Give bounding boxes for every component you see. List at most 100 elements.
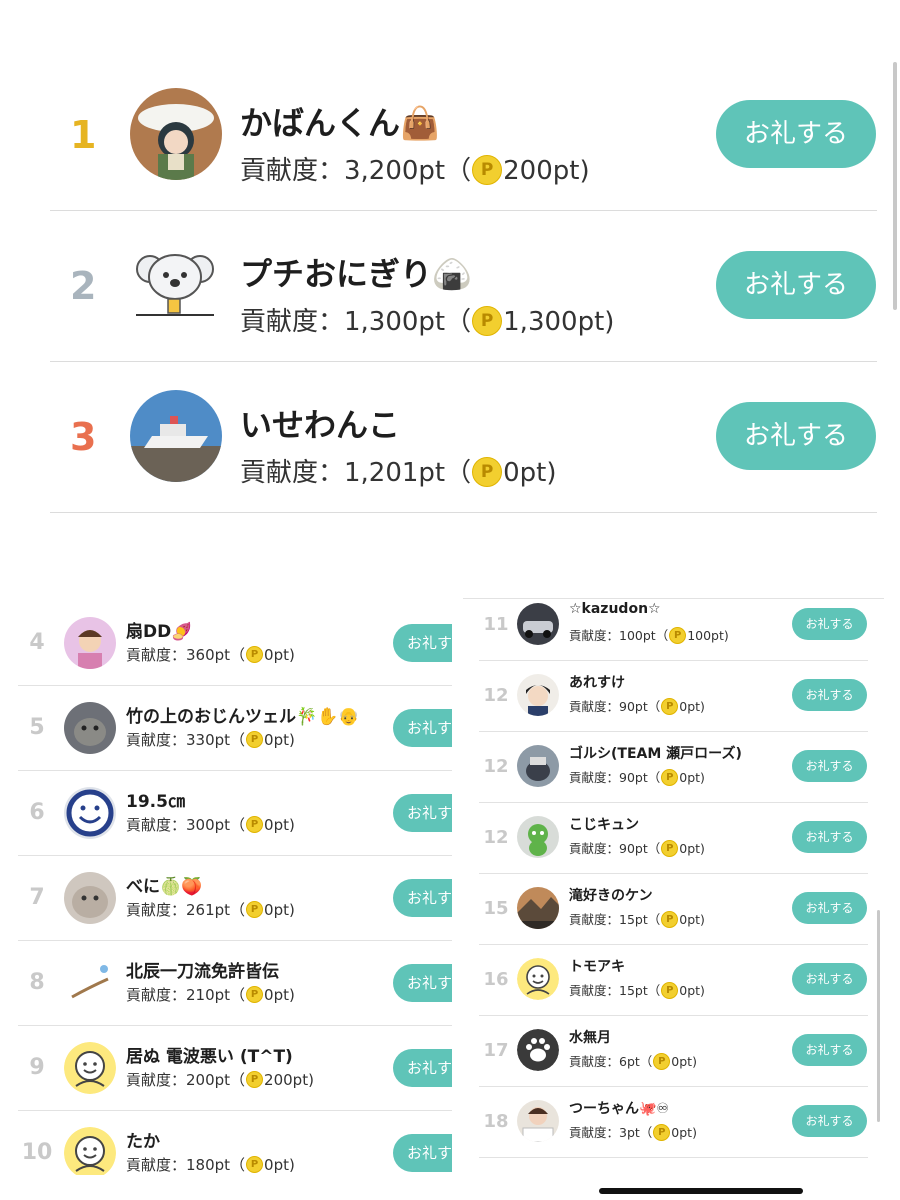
contribution-score: 貢献度：3pt（ P 0pt) [569,1124,697,1141]
rank-number: 4 [29,630,45,655]
contribution-score: 貢献度：300pt（ P 0pt) [126,816,295,834]
contribution-score: 貢献度：90pt（ P 0pt) [569,840,705,857]
point-coin-icon: P [669,627,687,644]
point-coin-icon: P [661,698,679,715]
ranking-list-right: 11 ☆kazudon☆ 貢献度：100pt（ P 100pt) お礼する 12 あ… [463,598,884,1168]
avatar[interactable] [517,674,559,716]
ranking-row: 2 プチおにぎり🍙 貢献度：1,300pt（ P 1,300pt) お礼する [50,211,877,362]
point-coin-icon: P [246,986,264,1003]
user-name: たか [126,1132,160,1152]
avatar[interactable] [64,702,116,754]
default-avatar-icon[interactable] [517,958,559,1000]
user-name: つーちゃん🐙♾ [569,1101,669,1117]
contribution-score: 貢献度：3,200pt（ P 200pt) [240,154,590,186]
rank-number: 2 [70,264,97,308]
point-coin-icon: P [661,840,679,857]
thank-button[interactable]: お礼す [393,1049,452,1087]
thank-button[interactable]: お礼す [393,964,452,1002]
ranking-row: 9 居ぬ 電波悪い (T^T) 貢献度：200pt（ P 200pt) お礼す [18,1025,452,1111]
avatar[interactable] [130,88,222,180]
default-avatar-icon[interactable] [64,1127,116,1175]
right-list-scrollbar[interactable] [877,910,880,1122]
default-avatar-icon[interactable] [64,1042,116,1094]
thank-button[interactable]: お礼す [393,709,452,747]
contribution-score: 貢献度：1,201pt（ P 0pt) [240,456,557,488]
ranking-row: 12 ゴルシ(TEAM 瀬戸ローズ) 貢献度：90pt（ P 0pt) お礼する [479,731,868,803]
avatar[interactable] [130,390,222,482]
thank-button[interactable]: お礼する [716,100,876,168]
thank-button[interactable]: お礼する [792,963,867,995]
avatar[interactable] [517,816,559,858]
ranking-row: 17 水無月 貢献度：6pt（ P 0pt) お礼する [479,1015,868,1087]
thank-button[interactable]: お礼する [792,821,867,853]
rank-number: 16 [483,969,509,990]
avatar[interactable] [130,239,222,331]
rank-number: 12 [483,685,509,706]
avatar[interactable] [64,957,116,1009]
thank-button[interactable]: お礼する [716,402,876,470]
avatar[interactable] [517,1100,559,1142]
rank-number: 5 [29,715,45,740]
user-name: 北辰一刀流免許皆伝 [126,962,279,982]
rank-number: 12 [483,827,509,848]
rank-number: 6 [29,800,45,825]
user-name: トモアキ [569,959,625,975]
user-name: こじキュン [569,817,639,833]
thank-button[interactable]: お礼する [792,1034,867,1066]
user-name: ゴルシ(TEAM 瀬戸ローズ) [569,746,742,762]
avatar[interactable] [517,745,559,787]
home-indicator[interactable] [599,1188,803,1194]
contribution-score: 貢献度：210pt（ P 0pt) [126,986,295,1004]
point-coin-icon: P [661,769,679,786]
rank-number: 8 [29,970,45,995]
thank-button[interactable]: お礼する [716,251,876,319]
ranking-row: 10 たか 貢献度：180pt（ P 0pt) お礼す [18,1110,452,1175]
thank-button[interactable]: お礼する [792,608,867,640]
thank-button[interactable]: お礼す [393,794,452,832]
rank-number: 1 [70,113,97,157]
rank-number: 18 [483,1111,509,1132]
user-name: べに🍈🍑 [126,877,203,897]
rank-number: 17 [483,1040,509,1061]
ranking-row: 5 竹の上のおじんツェル🎋✋👴 貢献度：330pt（ P 0pt) お礼す [18,685,452,771]
rank-number: 11 [483,614,509,635]
rank-number: 15 [483,898,509,919]
point-coin-icon: P [246,1156,264,1173]
ranking-row: 15 滝好きのケン 貢献度：15pt（ P 0pt) お礼する [479,873,868,945]
contribution-score: 貢献度：6pt（ P 0pt) [569,1053,697,1070]
ranking-list-left: 4 扇DD🍠 貢献度：360pt（ P 0pt) お礼す 5 竹の上のおじんツェル🎋… [18,600,452,1175]
user-name: いせわんこ [240,406,401,444]
thank-button[interactable]: お礼する [792,1105,867,1137]
user-name: 19.5㎝ [126,792,185,812]
thank-button[interactable]: お礼す [393,1134,452,1172]
thank-button[interactable]: お礼する [792,679,867,711]
avatar[interactable] [517,887,559,929]
user-name: 扇DD🍠 [126,622,193,642]
avatar[interactable] [64,872,116,924]
ranking-row: 6 19.5㎝ 貢献度：300pt（ P 0pt) お礼す [18,770,452,856]
paw-icon[interactable] [517,1029,559,1071]
point-coin-icon: P [246,1071,264,1088]
avatar[interactable] [64,787,116,839]
ranking-row: 12 こじキュン 貢献度：90pt（ P 0pt) お礼する [479,802,868,874]
point-coin-icon: P [472,154,503,185]
point-coin-icon: P [472,305,503,336]
point-coin-icon: P [661,982,679,999]
thank-button[interactable]: お礼する [792,892,867,924]
contribution-score: 貢献度：100pt（ P 100pt) [569,627,729,644]
ranking-row: 11 ☆kazudon☆ 貢献度：100pt（ P 100pt) お礼する [479,598,868,661]
thank-button[interactable]: お礼す [393,879,452,917]
rank-number: 9 [29,1055,45,1080]
user-name: 水無月 [569,1030,611,1046]
rank-number: 3 [70,415,97,459]
thank-button[interactable]: お礼する [792,750,867,782]
top-scrollbar[interactable] [893,62,897,310]
contribution-score: 貢献度：90pt（ P 0pt) [569,769,705,786]
ranking-row: 18 つーちゃん🐙♾ 貢献度：3pt（ P 0pt) お礼する [479,1086,868,1158]
rank-number: 7 [29,885,45,910]
thank-button[interactable]: お礼す [393,624,452,662]
user-name: 滝好きのケン [569,888,653,904]
user-name: 居ぬ 電波悪い (T^T) [126,1047,293,1067]
avatar[interactable] [64,617,116,669]
avatar[interactable] [517,603,559,645]
